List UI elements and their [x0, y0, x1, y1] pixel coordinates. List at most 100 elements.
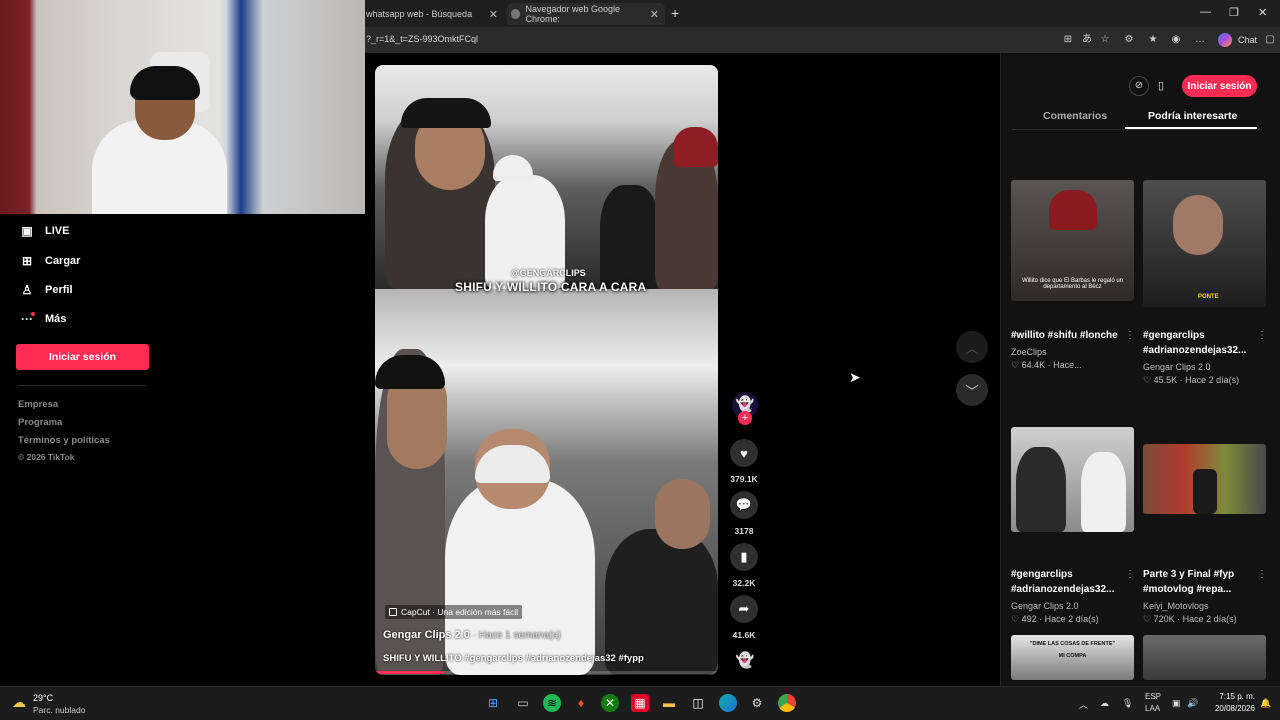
chrome-icon[interactable] — [778, 694, 796, 712]
like-button[interactable]: ♥ — [730, 439, 758, 467]
footer-link-program[interactable]: Programa — [18, 417, 62, 428]
share-icon: ➦ — [738, 601, 750, 616]
clock-time[interactable]: 7:15 p. m. — [1210, 692, 1255, 701]
rec-author[interactable]: ZoeClips — [1011, 347, 1047, 357]
login-button-top[interactable]: Iniciar sesión — [1182, 75, 1257, 97]
favorite-star-icon[interactable]: ☆ — [1098, 33, 1112, 47]
rec-thumbnail[interactable] — [1143, 635, 1266, 680]
save-count: 32.2K — [732, 578, 756, 588]
store-icon[interactable]: ◫ — [689, 694, 707, 712]
onedrive-icon[interactable]: ☁ — [1100, 698, 1109, 709]
tab-recommended[interactable]: Podría interesarte — [1148, 110, 1237, 122]
coin-icon[interactable]: ⊘ — [1129, 76, 1149, 96]
comment-icon: 💬 — [735, 497, 753, 512]
author-name[interactable]: Gengar Clips 2.0 — [383, 629, 470, 641]
sidebar-item-upload[interactable]: ⊞ Cargar — [18, 254, 81, 268]
webcam-overlay — [0, 0, 365, 214]
app-install-icon[interactable]: ⊞ — [1061, 33, 1075, 47]
volume-icon[interactable]: 🔊 — [1187, 698, 1198, 709]
video-top-frame — [375, 65, 718, 289]
next-video-button[interactable]: ﹀ — [956, 374, 988, 406]
person-figure — [600, 185, 660, 289]
rec-title[interactable]: #gengarclips #adrianozendejas32... — [1143, 328, 1251, 358]
follow-button[interactable]: + — [738, 411, 752, 425]
more-icon[interactable]: ⋮ — [1257, 330, 1267, 341]
close-icon[interactable]: ✕ — [650, 8, 665, 21]
url-field[interactable]: ?_r=1&_t=ZS-993OmktFCql — [366, 34, 478, 44]
previous-video-button[interactable]: ︿ — [956, 331, 988, 363]
rec-title[interactable]: #willito #shifu #lonche — [1011, 328, 1119, 343]
spotify-icon[interactable]: ≋ — [543, 694, 561, 712]
rec-author[interactable]: Gengar Clips 2.0 — [1011, 601, 1079, 611]
language-code[interactable]: ESP — [1145, 692, 1161, 701]
tab-comments[interactable]: Comentarios — [1043, 110, 1107, 122]
network-icon[interactable]: ▣ — [1172, 698, 1181, 709]
file-explorer-icon[interactable]: ▬ — [660, 694, 678, 712]
sound-avatar[interactable]: 👻 — [732, 648, 758, 674]
cap — [401, 98, 491, 128]
tab-whatsapp-search[interactable]: whatsapp web - Búsqueda ✕ — [362, 3, 504, 25]
rec-likes: 492 — [1021, 614, 1037, 624]
rec-title[interactable]: #gengarclips #adrianozendejas32... — [1011, 567, 1119, 597]
rec-title[interactable]: Parte 3 y Final #fyp #motovlog #repa... — [1143, 567, 1251, 597]
more-icon[interactable]: ⋮ — [1257, 569, 1267, 580]
capcut-badge[interactable]: CapCut · Una edición más fácil — [385, 605, 523, 619]
edge-icon[interactable] — [719, 694, 737, 712]
maximize-icon[interactable]: ❐ — [1229, 6, 1239, 19]
upload-icon: ⊞ — [21, 254, 33, 268]
new-tab-icon[interactable]: + — [671, 5, 679, 21]
login-button[interactable]: Iniciar sesión — [16, 344, 149, 370]
steam-icon[interactable]: ⚙ — [748, 694, 766, 712]
bookmark-icon: ▮ — [740, 549, 748, 564]
rec-thumbnail[interactable]: Willito dice que El Barbas le regaló un … — [1011, 180, 1134, 301]
rec-thumbnail[interactable] — [1143, 444, 1266, 514]
footer-link-terms[interactable]: Términos y políticas — [18, 435, 110, 446]
notification-icon[interactable]: 🔔 — [1260, 698, 1271, 709]
profile-icon[interactable]: ◉ — [1169, 33, 1183, 47]
more-options-icon[interactable]: … — [1193, 33, 1207, 47]
weather-icon[interactable]: ☁ — [12, 694, 26, 711]
chat-button[interactable]: Chat — [1238, 35, 1257, 45]
clock-date[interactable]: 20/08/2026 — [1207, 704, 1255, 713]
more-icon[interactable]: ⋮ — [1125, 569, 1135, 580]
video-author-line: Gengar Clips 2.0 · Hace 1 semana(s) — [383, 629, 561, 641]
xbox-icon[interactable]: ✕ — [601, 694, 619, 712]
more-icon[interactable]: ⋮ — [1125, 330, 1135, 341]
copilot-icon[interactable] — [1218, 33, 1232, 47]
favorites-icon[interactable]: ★ — [1146, 33, 1160, 47]
microphone-icon[interactable]: 🎙 — [1122, 698, 1133, 709]
save-button[interactable]: ▮ — [730, 543, 758, 571]
weather-temp[interactable]: 29°C — [33, 693, 53, 703]
comment-button[interactable]: 💬 — [730, 491, 758, 519]
sidebar-toggle-icon[interactable]: ▢ — [1263, 33, 1277, 47]
tab-label: Navegador web Google Chrome: — [525, 4, 621, 24]
heart-icon: ♡ — [1011, 360, 1020, 370]
rec-thumbnail[interactable]: PONTE — [1143, 180, 1266, 307]
footer-link-company[interactable]: Empresa — [18, 399, 58, 410]
extension-icon[interactable]: ⚙ — [1122, 33, 1136, 47]
rec-thumbnail[interactable]: "DIME LAS COSAS DE FRENTE" MI COMPA — [1011, 635, 1134, 680]
tray-chevron-icon[interactable]: ︿ — [1079, 698, 1088, 711]
device-icon[interactable]: ▯ — [1152, 76, 1170, 96]
task-view-icon[interactable]: ▭ — [514, 694, 532, 712]
sidebar-item-profile[interactable]: ♙ Perfil — [18, 283, 73, 297]
brave-icon[interactable]: ♦ — [572, 694, 590, 712]
cap — [673, 127, 718, 167]
rec-author[interactable]: Gengar Clips 2.0 — [1143, 362, 1211, 372]
keyboard-layout[interactable]: LAA — [1145, 704, 1160, 713]
minimize-icon[interactable]: — — [1200, 6, 1211, 18]
rec-thumbnail[interactable] — [1011, 427, 1134, 532]
windows-start-icon[interactable]: ⊞ — [484, 694, 502, 712]
copyright: © 2026 TikTok — [18, 452, 75, 462]
sidebar-item-more[interactable]: ··· Más — [18, 312, 66, 326]
share-button[interactable]: ➦ — [730, 595, 758, 623]
translate-icon[interactable]: あ — [1080, 33, 1094, 47]
video-description: SHIFU Y WILLITO #gengarclips #adrianozen… — [383, 653, 644, 664]
close-icon[interactable]: ✕ — [489, 8, 504, 21]
rec-author[interactable]: Keiyi_Motovlogs — [1143, 601, 1209, 611]
close-window-icon[interactable]: ✕ — [1258, 6, 1267, 19]
game-app-icon[interactable]: ▦ — [631, 694, 649, 712]
tab-chrome[interactable]: Navegador web Google Chrome: ✕ — [507, 3, 665, 25]
sidebar-item-live[interactable]: ▣ LIVE — [18, 224, 69, 238]
video-player[interactable]: @GENGARCLIPS SHIFU Y WILLITO CARA A CARA… — [375, 65, 718, 675]
